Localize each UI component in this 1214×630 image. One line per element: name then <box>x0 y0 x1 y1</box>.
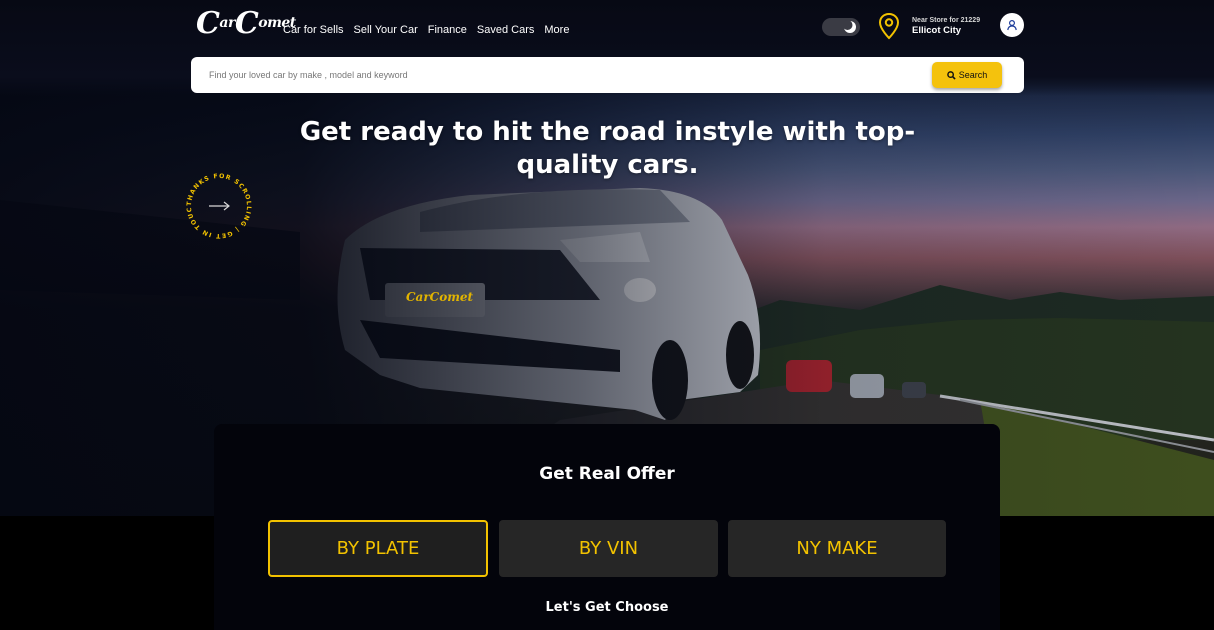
site-header: CarComet Car for Sells Sell Your Car Fin… <box>0 0 1214 56</box>
store-location[interactable]: Near Store for 21229 Ellicot City <box>912 17 980 36</box>
search-button[interactable]: Search <box>932 62 1002 88</box>
nav-item-finance[interactable]: Finance <box>428 24 467 36</box>
svg-text:THANKS FOR SCROLLING | GET IN: THANKS FOR SCROLLING | GET IN TOUCH • <box>183 170 252 239</box>
store-label: Near Store for 21229 <box>912 17 981 24</box>
site-logo[interactable]: CarComet <box>196 6 296 42</box>
offer-title: Get Real Offer <box>539 464 675 484</box>
real-offer-card: Get Real Offer BY PLATE BY VIN NY MAKE L… <box>214 424 1000 630</box>
hero-headline: Get ready to hit the road instyle with t… <box>299 117 916 180</box>
car-plate-logo: CarComet <box>406 290 474 304</box>
location-pin-icon[interactable] <box>878 12 900 40</box>
store-city: Ellicot City <box>912 25 962 36</box>
scroll-badge[interactable]: THANKS FOR SCROLLING | GET IN TOUCH • <box>183 170 255 242</box>
search-icon <box>946 70 956 80</box>
main-nav: Car for Sells Sell Your Car Finance Save… <box>283 24 569 36</box>
nav-item-car-for-sells[interactable]: Car for Sells <box>283 24 344 36</box>
dark-mode-toggle[interactable] <box>822 18 860 36</box>
nav-item-more[interactable]: More <box>544 24 569 36</box>
search-button-label: Search <box>958 70 988 80</box>
arrow-right-icon <box>209 201 230 211</box>
tab-by-vin[interactable]: BY VIN <box>499 520 718 577</box>
user-account-button[interactable] <box>1000 13 1024 37</box>
user-icon <box>1007 19 1017 31</box>
nav-item-sell-your-car[interactable]: Sell Your Car <box>354 24 418 36</box>
badge-text: THANKS FOR SCROLLING | GET IN TOUCH • <box>183 170 251 239</box>
tab-ny-make[interactable]: NY MAKE <box>728 520 946 577</box>
tab-by-plate[interactable]: BY PLATE <box>268 520 488 577</box>
nav-item-saved-cars[interactable]: Saved Cars <box>477 24 534 36</box>
offer-subtitle: Let's Get Choose <box>545 600 669 615</box>
search-bar: Search <box>191 57 1024 93</box>
moon-icon <box>843 20 856 33</box>
search-input[interactable] <box>209 65 889 85</box>
